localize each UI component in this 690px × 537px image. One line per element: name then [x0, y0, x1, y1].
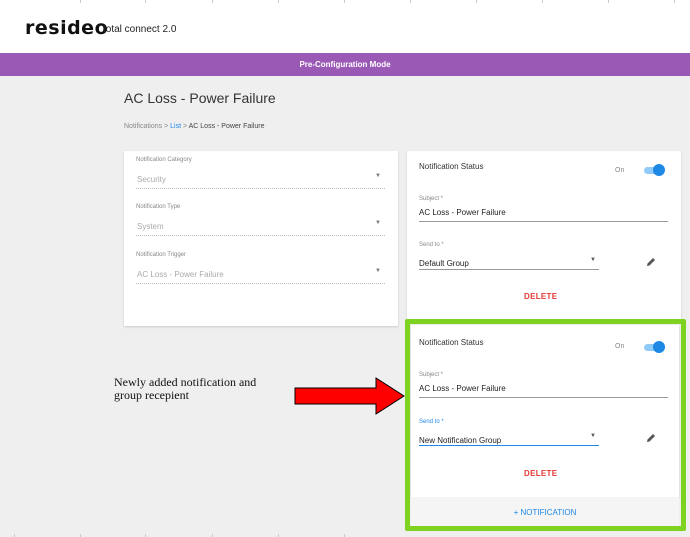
subject-input[interactable]: AC Loss - Power Failure	[419, 208, 506, 217]
page-title: AC Loss - Power Failure	[124, 90, 276, 106]
status-toggle[interactable]	[644, 164, 665, 176]
highlight-box	[405, 319, 686, 531]
sendto-select[interactable]: Default Group	[419, 259, 469, 268]
breadcrumb-current: AC Loss - Power Failure	[188, 123, 265, 130]
type-select[interactable]: Notification Type System ▼	[136, 204, 385, 236]
edge-tick	[542, 0, 543, 3]
subject-label: Subject *	[419, 196, 444, 202]
pencil-icon[interactable]	[645, 256, 657, 268]
annotation-text: Newly added notification and group recep…	[114, 376, 256, 402]
edge-tick	[476, 0, 477, 3]
edge-tick	[674, 0, 675, 3]
type-label: Notification Type	[136, 204, 181, 210]
category-label: Notification Category	[136, 157, 192, 163]
caret-down-icon: ▼	[375, 173, 381, 179]
subject-underline	[419, 221, 668, 222]
notification-status-label: Notification Status	[419, 162, 484, 171]
field-underline	[136, 235, 385, 236]
breadcrumb-separator: >	[162, 123, 171, 130]
category-select[interactable]: Notification Category Security ▼	[136, 157, 385, 189]
edge-tick	[80, 0, 81, 3]
trigger-value: AC Loss - Power Failure	[137, 270, 224, 279]
right-arrow-icon	[294, 377, 405, 415]
brand-logo[interactable]: resideo	[25, 17, 108, 39]
edge-tick	[278, 0, 279, 3]
caret-down-icon: ▼	[375, 220, 381, 226]
field-underline	[136, 283, 385, 284]
notification-details-card: Notification Category Security ▼ Notific…	[124, 151, 398, 326]
edge-tick	[410, 0, 411, 3]
toggle-knob	[653, 164, 665, 176]
notification-card: Notification Status On Subject * AC Loss…	[407, 151, 681, 319]
product-name: total connect 2.0	[103, 24, 177, 35]
toggle-label: On	[615, 167, 625, 174]
breadcrumb: Notifications > List > AC Loss - Power F…	[124, 123, 264, 130]
category-value: Security	[137, 175, 166, 184]
delete-button[interactable]: DELETE	[524, 292, 557, 301]
edge-tick	[212, 0, 213, 3]
trigger-label: Notification Trigger	[136, 252, 187, 258]
breadcrumb-notifications[interactable]: Notifications	[124, 123, 162, 130]
sendto-underline	[419, 269, 599, 270]
edge-tick	[344, 0, 345, 3]
sendto-label: Send to *	[419, 242, 444, 248]
breadcrumb-separator: >	[181, 123, 189, 130]
edge-tick	[608, 0, 609, 3]
caret-down-icon: ▼	[590, 257, 596, 263]
breadcrumb-list[interactable]: List	[170, 123, 181, 130]
annotation-line: group recepient	[114, 388, 189, 402]
field-underline	[136, 188, 385, 189]
edge-tick	[145, 0, 146, 3]
mode-banner: Pre-Configuration Mode	[0, 53, 690, 76]
trigger-select[interactable]: Notification Trigger AC Loss - Power Fai…	[136, 252, 385, 284]
type-value: System	[137, 222, 164, 231]
caret-down-icon: ▼	[375, 268, 381, 274]
top-bar: resideo total connect 2.0	[0, 0, 690, 53]
